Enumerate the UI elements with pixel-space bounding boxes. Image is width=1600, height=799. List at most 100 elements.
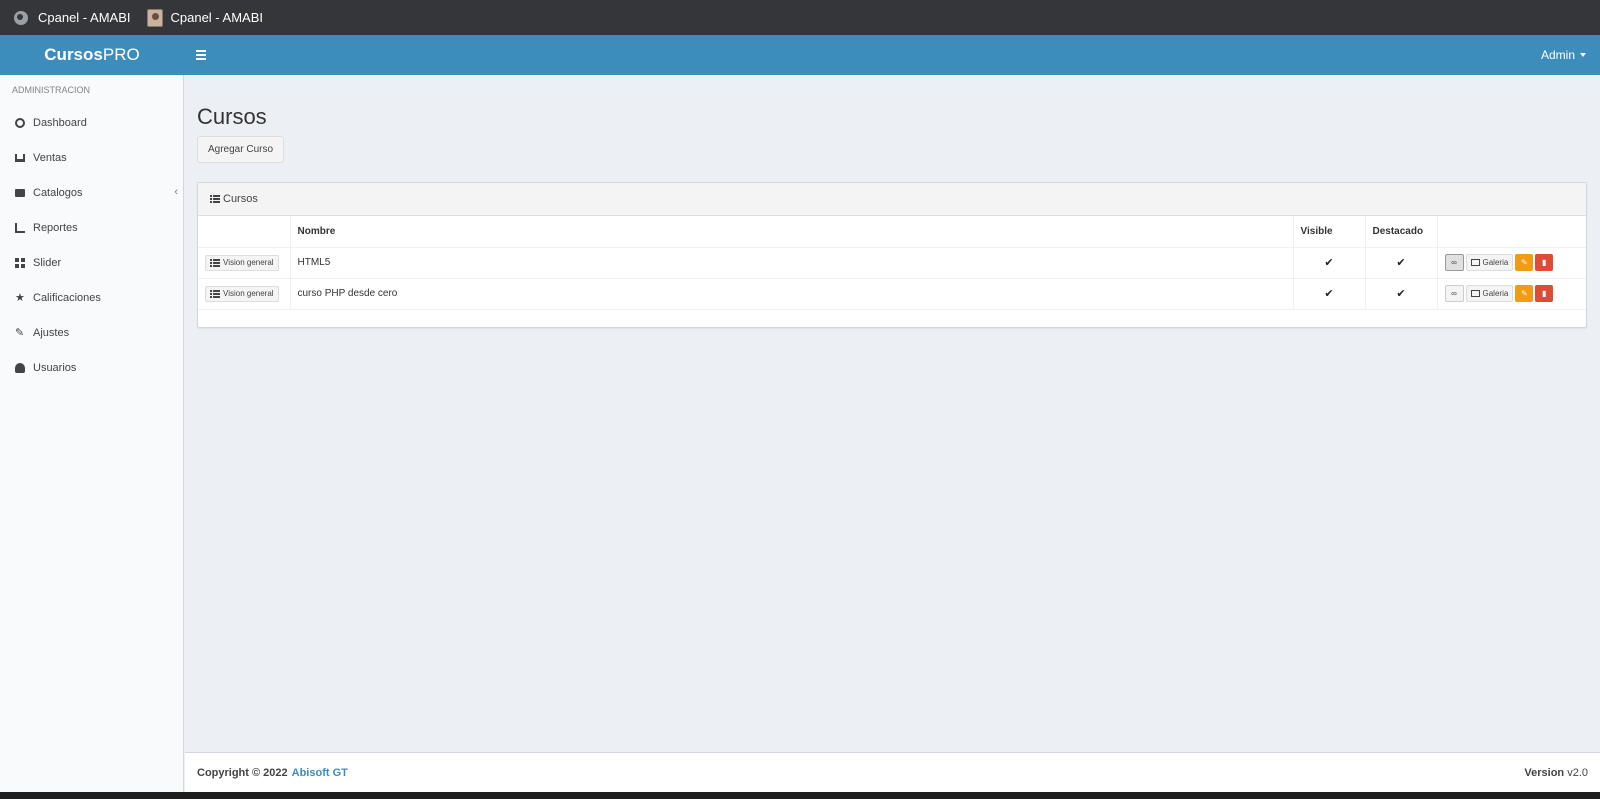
courses-table: Nombre Visible Destacado Vision general …: [198, 216, 1586, 310]
sidebar-item-calificaciones[interactable]: ★ Calificaciones: [0, 280, 183, 315]
link-icon: ∞: [1451, 289, 1457, 298]
cell-featured: ✔: [1365, 278, 1438, 310]
table-row: Vision general HTML5 ✔ ✔ ∞ Galeria ✎ ▮: [198, 247, 1586, 279]
edit-icon: ✎: [1520, 258, 1528, 267]
grid-icon: [15, 257, 25, 268]
sidebar-item-catalogos[interactable]: Catalogos ‹: [0, 175, 183, 210]
sidebar-item-usuarios[interactable]: Usuarios: [0, 350, 183, 385]
image-icon: [1470, 259, 1480, 266]
sidebar-item-label: Dashboard: [33, 116, 87, 129]
image-icon: [1470, 290, 1480, 297]
gallery-label: Galeria: [1482, 258, 1509, 267]
user-icon: [15, 362, 25, 373]
hamburger-line: [196, 58, 206, 60]
version-number: v2.0: [1567, 766, 1588, 779]
sidebar-item-label: Slider: [33, 256, 62, 269]
taskbar-strip: [0, 792, 1600, 799]
sidebar-item-reportes[interactable]: Reportes: [0, 210, 183, 245]
list-icon: [210, 258, 220, 267]
link-button[interactable]: ∞: [1444, 285, 1464, 302]
version-info: Version v2.0: [1524, 767, 1588, 779]
user-menu-label: Admin: [1540, 48, 1575, 62]
check-icon: ✔: [1396, 257, 1406, 269]
content-wrapper: Cursos Agregar Curso Cursos Nombre Visib…: [185, 75, 1600, 737]
check-icon: ✔: [1396, 288, 1406, 300]
cell-visible: ✔: [1293, 278, 1366, 310]
globe-icon: [14, 10, 28, 25]
trash-icon: ▮: [1542, 258, 1547, 267]
avatar-icon: [146, 8, 163, 27]
cell-name: curso PHP desde cero: [290, 278, 1294, 310]
sidebar-item-dashboard[interactable]: Dashboard: [0, 105, 183, 140]
list-icon: [210, 195, 220, 203]
cell-overview: Vision general: [198, 278, 291, 310]
tab-title: Cpanel - AMABI: [38, 10, 131, 25]
caret-down-icon: [1580, 53, 1586, 57]
hamburger-line: [196, 54, 206, 56]
column-header: [198, 216, 291, 248]
tab-title: Cpanel - AMABI: [170, 10, 264, 25]
sidebar-item-ventas[interactable]: Ventas: [0, 140, 183, 175]
logo-light: PRO: [102, 45, 140, 64]
link-icon: ∞: [1451, 258, 1457, 267]
trash-icon: ▮: [1542, 289, 1547, 298]
cell-actions: ∞ Galeria ✎ ▮: [1437, 278, 1586, 310]
folder-icon: [15, 188, 25, 197]
browser-tab-2[interactable]: Cpanel - AMABI: [146, 8, 264, 27]
link-button[interactable]: ∞: [1444, 254, 1464, 271]
sidebar-section-title: ADMINISTRACION: [12, 85, 91, 95]
sidebar-item-slider[interactable]: Slider: [0, 245, 183, 280]
chevron-left-icon: ‹: [174, 186, 178, 198]
copyright-text: Copyright © 2022: [197, 766, 288, 779]
courses-box: Cursos Nombre Visible Destacado Vision g…: [197, 182, 1587, 328]
main-header: CursosPRO Admin: [0, 35, 1600, 75]
version-label: Version: [1524, 766, 1565, 779]
chart-icon: [15, 222, 25, 233]
hamburger-icon: [196, 50, 206, 52]
user-menu[interactable]: Admin: [1541, 48, 1586, 62]
logo-bold: Cursos: [44, 45, 103, 64]
box-header: Cursos: [198, 183, 1586, 216]
browser-tab-1[interactable]: Cpanel - AMABI: [14, 10, 131, 25]
cell-name: HTML5: [290, 247, 1294, 279]
sidebar-item-label: Calificaciones: [33, 291, 101, 304]
sidebar-item-label: Usuarios: [33, 361, 77, 374]
overview-button[interactable]: Vision general: [205, 285, 279, 302]
gallery-button[interactable]: Galeria: [1465, 254, 1514, 271]
sidebar-item-ajustes[interactable]: ✎ Ajustes: [0, 315, 183, 350]
column-header-actions: [1437, 216, 1586, 248]
page-title: Cursos: [197, 104, 267, 129]
sidebar-item-label: Reportes: [33, 221, 78, 234]
star-icon: ★: [15, 291, 25, 304]
delete-button[interactable]: ▮: [1535, 254, 1554, 271]
gallery-button[interactable]: Galeria: [1465, 285, 1514, 302]
sidebar-item-label: Ajustes: [33, 326, 70, 339]
dashboard-icon: [15, 117, 25, 128]
cell-visible: ✔: [1293, 247, 1366, 279]
table-row: Vision general curso PHP desde cero ✔ ✔ …: [198, 278, 1586, 310]
gallery-label: Galeria: [1482, 289, 1509, 298]
delete-button[interactable]: ▮: [1535, 285, 1554, 302]
check-icon: ✔: [1324, 288, 1334, 300]
sidebar-item-label: Catalogos: [33, 186, 83, 199]
browser-tab-bar: Cpanel - AMABI Cpanel - AMABI: [0, 0, 1600, 35]
edit-button[interactable]: ✎: [1515, 254, 1534, 271]
edit-button[interactable]: ✎: [1515, 285, 1534, 302]
company-link[interactable]: Abisoft GT: [292, 767, 348, 779]
edit-icon: ✎: [1520, 289, 1528, 298]
cell-actions: ∞ Galeria ✎ ▮: [1437, 247, 1586, 279]
cart-icon: [15, 153, 25, 162]
cell-overview: Vision general: [198, 247, 291, 279]
add-course-button[interactable]: Agregar Curso: [197, 136, 285, 163]
column-header-visible: Visible: [1293, 216, 1366, 248]
sidebar-item-label: Ventas: [33, 151, 67, 164]
main-footer: Copyright © 2022 Abisoft GT Version v2.0: [185, 752, 1600, 792]
column-header-destacado: Destacado: [1365, 216, 1438, 248]
wrench-icon: ✎: [15, 326, 25, 339]
column-header-nombre: Nombre: [290, 216, 1294, 248]
sidebar-toggle-button[interactable]: [196, 48, 216, 62]
cell-featured: ✔: [1365, 247, 1438, 279]
app-logo[interactable]: CursosPRO: [0, 45, 184, 65]
overview-button[interactable]: Vision general: [205, 254, 279, 271]
overview-label: Vision general: [223, 258, 274, 267]
